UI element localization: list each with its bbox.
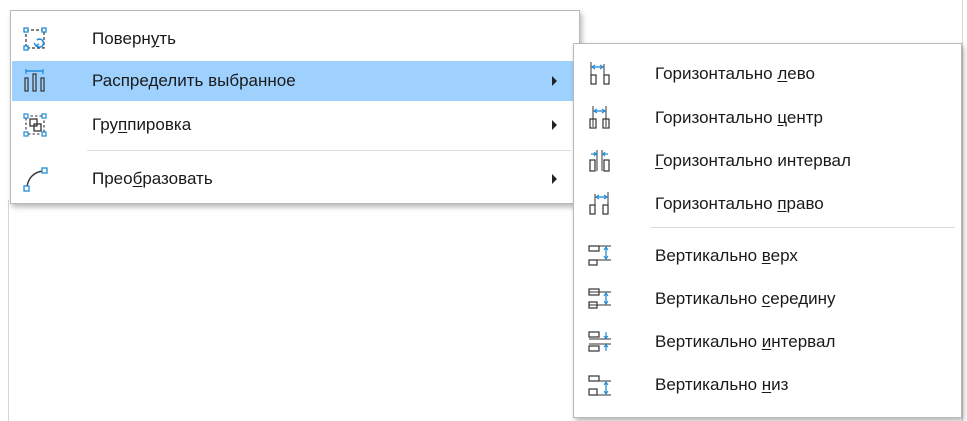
submenu-item-horizontal-spacing[interactable]: Горизонтально интервал xyxy=(575,141,960,181)
menu-item-distribute-selection[interactable]: Распределить выбранное xyxy=(12,61,578,101)
submenu-item-label: Вертикально середину xyxy=(655,289,836,308)
submenu-separator xyxy=(650,227,955,228)
submenu-item-vertical-top[interactable]: Вертикально верх xyxy=(575,236,960,276)
rotate-icon xyxy=(22,26,48,52)
submenu-item-vertical-bottom[interactable]: Вертикально низ xyxy=(575,365,960,405)
submenu-item-vertical-center[interactable]: Вертикально середину xyxy=(575,279,960,319)
submenu-item-label: Вертикально низ xyxy=(655,375,789,394)
distribute-horizontal-right-icon xyxy=(587,191,613,217)
group-icon xyxy=(22,112,48,138)
menu-item-label: Распределить выбранное xyxy=(92,71,296,90)
submenu-item-horizontal-center[interactable]: Горизонтально центр xyxy=(575,98,960,138)
distribute-vertical-spacing-icon xyxy=(587,329,613,355)
submenu-item-label: Горизонтально центр xyxy=(655,108,823,127)
convert-curve-icon xyxy=(22,166,48,192)
submenu-item-label: Горизонтально интервал xyxy=(655,151,851,170)
window-right-border xyxy=(962,0,963,421)
distribute-submenu: Горизонтально лево Горизонтально центр Г… xyxy=(573,43,962,418)
distribute-horizontal-left-icon xyxy=(587,61,613,87)
menu-item-group[interactable]: Группировка xyxy=(12,105,578,145)
menu-item-rotate[interactable]: Повернуть xyxy=(12,19,578,59)
submenu-item-horizontal-left[interactable]: Горизонтально лево xyxy=(575,54,960,94)
menu-item-convert[interactable]: Преобразовать xyxy=(12,159,578,199)
menu-item-label: Повернуть xyxy=(92,29,176,48)
menu-separator xyxy=(87,150,571,151)
menu-item-label: Преобразовать xyxy=(92,169,213,188)
page-left-border xyxy=(8,200,9,421)
distribute-vertical-bottom-icon xyxy=(587,372,613,398)
submenu-item-horizontal-right[interactable]: Горизонтально право xyxy=(575,184,960,224)
submenu-arrow-icon xyxy=(552,174,557,184)
context-menu: Повернуть Распределить выбранное Группир… xyxy=(10,10,580,204)
submenu-arrow-icon xyxy=(552,120,557,130)
submenu-item-label: Вертикально интервал xyxy=(655,332,836,351)
distribute-vertical-center-icon xyxy=(587,286,613,312)
menu-item-label: Группировка xyxy=(92,115,192,134)
submenu-arrow-icon xyxy=(552,76,557,86)
distribute-horizontal-spacing-icon xyxy=(587,148,613,174)
distribute-icon xyxy=(22,68,48,94)
submenu-item-label: Вертикально верх xyxy=(655,246,798,265)
submenu-item-label: Горизонтально право xyxy=(655,194,824,213)
submenu-item-label: Горизонтально лево xyxy=(655,64,815,83)
submenu-item-vertical-spacing[interactable]: Вертикально интервал xyxy=(575,322,960,362)
distribute-vertical-top-icon xyxy=(587,243,613,269)
distribute-horizontal-center-icon xyxy=(587,105,613,131)
